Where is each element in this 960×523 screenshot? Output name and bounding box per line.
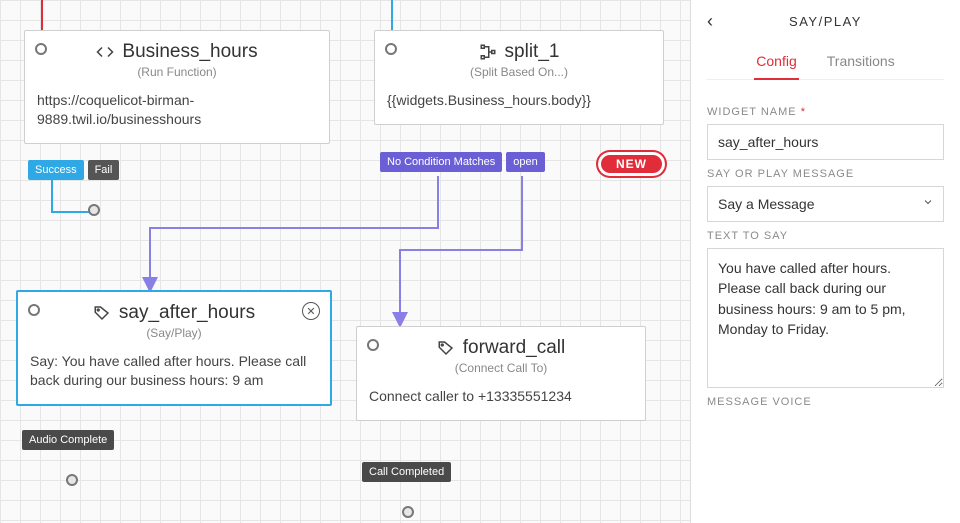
- widget-body: Say: You have called after hours. Please…: [18, 348, 330, 404]
- widget-name-input[interactable]: [707, 124, 944, 160]
- input-port[interactable]: [28, 304, 40, 316]
- widget-business-hours[interactable]: Business_hours (Run Function) https://co…: [24, 30, 330, 144]
- widget-subtitle: (Split Based On...): [375, 65, 663, 79]
- flow-canvas[interactable]: Business_hours (Run Function) https://co…: [0, 0, 690, 523]
- output-success[interactable]: Success: [28, 160, 84, 180]
- widget-subtitle: (Say/Play): [18, 326, 330, 340]
- input-port[interactable]: [385, 43, 397, 55]
- split-icon: [479, 43, 497, 61]
- output-fail[interactable]: Fail: [88, 160, 120, 180]
- widget-title: say_after_hours: [119, 302, 255, 324]
- sidebar-title: SAY/PLAY: [789, 14, 862, 29]
- output-audio-complete[interactable]: Audio Complete: [22, 430, 114, 450]
- message-voice-label: MESSAGE VOICE: [707, 396, 944, 408]
- sidebar-tabs: Config Transitions: [707, 47, 944, 80]
- widget-split-1[interactable]: split_1 (Split Based On...) {{widgets.Bu…: [374, 30, 664, 125]
- outputs-business-hours: Success Fail: [28, 160, 119, 180]
- input-port[interactable]: [367, 339, 379, 351]
- widget-body: https://coquelicot-birman-9889.twil.io/b…: [25, 87, 329, 143]
- widget-forward-call[interactable]: forward_call (Connect Call To) Connect c…: [356, 326, 646, 421]
- widget-title: Business_hours: [122, 41, 257, 63]
- widget-title: forward_call: [463, 337, 565, 359]
- output-call-completed[interactable]: Call Completed: [362, 462, 451, 482]
- widget-subtitle: (Run Function): [25, 65, 329, 79]
- say-or-play-select[interactable]: Say a Message: [707, 186, 944, 222]
- text-to-say-label: TEXT TO SAY: [707, 230, 944, 242]
- widget-say-after-hours[interactable]: say_after_hours ✕ (Say/Play) Say: You ha…: [16, 290, 332, 406]
- tag-icon: [93, 304, 111, 322]
- tab-config[interactable]: Config: [754, 47, 798, 79]
- say-or-play-label: SAY OR PLAY MESSAGE: [707, 168, 944, 180]
- output-no-match[interactable]: No Condition Matches: [380, 152, 502, 172]
- outputs-say-after-hours: Audio Complete: [22, 430, 114, 450]
- widget-body: {{widgets.Business_hours.body}}: [375, 87, 663, 124]
- tab-transitions[interactable]: Transitions: [825, 47, 897, 79]
- widget-body: Connect caller to +13335551234: [357, 383, 645, 420]
- port[interactable]: [88, 204, 100, 216]
- text-to-say-textarea[interactable]: [707, 248, 944, 388]
- back-icon[interactable]: ‹: [707, 11, 713, 32]
- port[interactable]: [66, 474, 78, 486]
- tag-icon: [437, 339, 455, 357]
- widget-title: split_1: [505, 41, 560, 63]
- code-icon: [96, 43, 114, 61]
- input-port[interactable]: [35, 43, 47, 55]
- outputs-split-1: No Condition Matches open: [380, 152, 545, 172]
- output-open[interactable]: open: [506, 152, 544, 172]
- widget-name-label: WIDGET NAME *: [707, 106, 944, 118]
- close-icon[interactable]: ✕: [302, 302, 320, 320]
- new-branch-button[interactable]: NEW: [596, 150, 667, 178]
- widget-subtitle: (Connect Call To): [357, 361, 645, 375]
- outputs-forward-call: Call Completed: [362, 462, 451, 482]
- port[interactable]: [402, 506, 414, 518]
- config-sidebar: ‹ SAY/PLAY Config Transitions WIDGET NAM…: [690, 0, 960, 523]
